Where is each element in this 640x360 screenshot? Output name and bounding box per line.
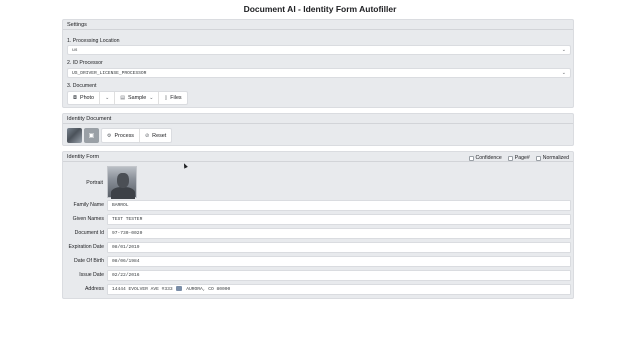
image-icon: ▣ <box>88 132 95 139</box>
reset-icon: ⊘ <box>144 132 150 139</box>
issue-date-field[interactable]: 02/22/2016 <box>107 270 571 281</box>
process-label: Process <box>114 132 134 139</box>
identity-form-panel: Identity Form Confidence Page# Normalize… <box>62 151 574 299</box>
files-button[interactable]: ▯ Files <box>159 92 186 104</box>
sample-label: Sample <box>128 95 147 101</box>
document-source-buttons: ◘ Photo ⌄ ▤ Sample ⌄ ▯ Files <box>67 91 188 105</box>
checkbox-box <box>535 155 541 161</box>
photo-label: Photo <box>79 95 95 101</box>
identity-form-header: Identity Form Confidence Page# Normalize… <box>63 152 573 162</box>
identity-document-header: Identity Document <box>63 114 573 124</box>
newline-icon <box>176 286 183 291</box>
chevron-down-icon: ⌄ <box>105 95 110 101</box>
date-of-birth-label: Date Of Birth <box>74 258 104 264</box>
issue-date-row: Issue Date 02/22/2016 <box>63 270 575 281</box>
file-icon: ▯ <box>164 95 168 101</box>
id-processor-select[interactable]: US_DRIVER_LICENSE_PROCESSOR ⌄ <box>67 68 571 78</box>
gear-icon: ⚙ <box>107 132 112 139</box>
document-icon: ▤ <box>120 95 125 101</box>
confidence-label: Confidence <box>475 155 502 161</box>
reset-label: Reset <box>152 132 167 139</box>
identity-document-panel: Identity Document ▣ ⚙ Process ⊘ Reset <box>62 113 574 146</box>
photo-button[interactable]: ◘ Photo <box>68 92 101 104</box>
address-label: Address <box>84 286 104 292</box>
confidence-checkbox[interactable]: Confidence <box>468 153 502 163</box>
document-actions: ⚙ Process ⊘ Reset <box>101 128 173 143</box>
id-processor-label: 2. ID Processor <box>67 60 103 66</box>
normalized-label: Normalized <box>542 155 569 161</box>
portrait-thumbnail[interactable]: ▣ <box>84 128 99 143</box>
expiration-date-label: Expiration Date <box>68 244 104 250</box>
portrait-label: Portrait <box>86 180 103 186</box>
page-label: Page# <box>514 155 530 161</box>
chevron-down-icon: ⌄ <box>149 95 154 101</box>
normalized-checkbox[interactable]: Normalized <box>535 153 569 163</box>
identity-form-title: Identity Form <box>67 154 100 160</box>
date-of-birth-field[interactable]: 08/06/1984 <box>107 256 571 267</box>
checkbox-box <box>507 155 513 161</box>
portrait-shoulders <box>111 187 135 199</box>
date-of-birth-row: Date Of Birth 08/06/1984 <box>63 256 575 267</box>
sample-button[interactable]: ▤ Sample ⌄ <box>115 92 160 104</box>
family-name-row: Family Name BARROL <box>63 200 575 211</box>
camera-icon: ◘ <box>73 95 77 101</box>
address-line-1: 14444 EVOLVER AVE #333 <box>112 287 173 292</box>
given-names-label: Given Names <box>72 216 104 222</box>
address-row: Address 14444 EVOLVER AVE #333 AURORA, C… <box>63 284 575 295</box>
process-button[interactable]: ⚙ Process <box>102 129 140 142</box>
checkbox-box <box>468 155 474 161</box>
settings-panel: Settings 1. Processing Location us ⌄ 2. … <box>62 19 574 108</box>
chevron-down-icon: ⌄ <box>561 47 566 53</box>
document-label: 3. Document <box>67 83 97 89</box>
app-title: Document AI - Identity Form Autofiller <box>243 4 397 14</box>
document-id-field[interactable]: 97-730-0020 <box>107 228 571 239</box>
id-processor-value: US_DRIVER_LICENSE_PROCESSOR <box>72 71 147 76</box>
settings-header: Settings <box>63 20 573 30</box>
document-id-label: Document Id <box>74 230 104 236</box>
reset-button[interactable]: ⊘ Reset <box>140 129 171 142</box>
given-names-field[interactable]: TEST TESTER <box>107 214 571 225</box>
family-name-field[interactable]: BARROL <box>107 200 571 211</box>
portrait-image <box>107 166 137 199</box>
files-label: Files <box>170 95 182 101</box>
address-line-2: AURORA, CO 80000 <box>186 287 231 292</box>
photo-dropdown-button[interactable]: ⌄ <box>100 92 116 104</box>
issue-date-label: Issue Date <box>79 272 104 278</box>
processing-location-select[interactable]: us ⌄ <box>67 45 571 55</box>
page-checkbox[interactable]: Page# <box>507 153 530 163</box>
expiration-date-field[interactable]: 08/01/2019 <box>107 242 571 253</box>
portrait-face <box>117 173 129 188</box>
processing-location-label: 1. Processing Location <box>67 38 120 44</box>
display-options: Confidence Page# Normalized <box>468 153 569 163</box>
document-thumbnail[interactable] <box>67 128 82 143</box>
address-field[interactable]: 14444 EVOLVER AVE #333 AURORA, CO 80000 <box>107 284 571 295</box>
processing-location-value: us <box>72 48 78 53</box>
given-names-row: Given Names TEST TESTER <box>63 214 575 225</box>
expiration-date-row: Expiration Date 08/01/2019 <box>63 242 575 253</box>
family-name-label: Family Name <box>73 202 104 208</box>
chevron-down-icon: ⌄ <box>561 70 566 76</box>
document-id-row: Document Id 97-730-0020 <box>63 228 575 239</box>
